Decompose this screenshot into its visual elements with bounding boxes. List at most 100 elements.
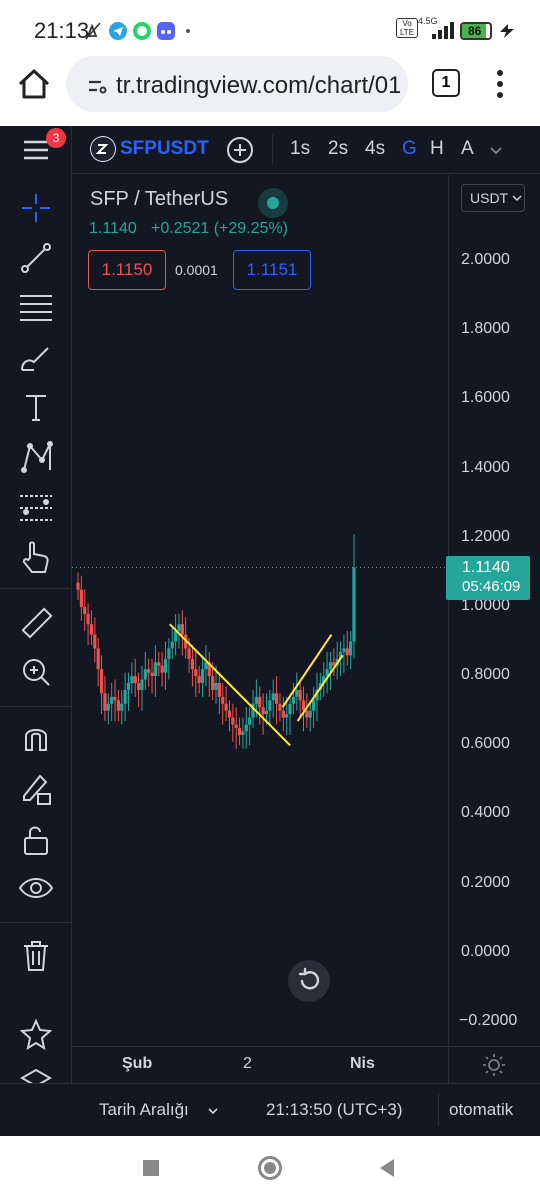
eye-icon[interactable] bbox=[18, 872, 54, 904]
candle-body bbox=[197, 676, 201, 684]
market-status-icon bbox=[258, 188, 288, 218]
pattern-icon[interactable] bbox=[20, 440, 54, 474]
candle-body bbox=[312, 700, 316, 711]
candle-body bbox=[200, 669, 205, 684]
candle-body bbox=[116, 700, 120, 711]
timeframe-a[interactable]: A bbox=[461, 138, 474, 160]
timeframe-1s[interactable]: 1s bbox=[290, 138, 310, 160]
status-time: 21:13 bbox=[34, 18, 90, 43]
candle-body bbox=[133, 676, 137, 684]
candle-body bbox=[241, 731, 245, 735]
sell-button[interactable]: 1.1150 bbox=[88, 250, 166, 290]
candle-body bbox=[217, 683, 221, 697]
compare-add-icon[interactable] bbox=[226, 136, 254, 164]
candle-body bbox=[227, 710, 232, 718]
candle-body bbox=[83, 606, 87, 614]
tab-switcher-button[interactable]: 1 bbox=[432, 69, 460, 97]
market-open-dot bbox=[267, 197, 279, 209]
candle-body bbox=[86, 613, 90, 625]
time-scale[interactable]: Şub 2 Nis bbox=[72, 1046, 540, 1083]
candle-body bbox=[234, 724, 238, 728]
lock-drawing-icon[interactable] bbox=[20, 772, 52, 806]
candle-body bbox=[204, 662, 208, 670]
last-price-label: 1.1140 bbox=[462, 559, 510, 576]
candle-body bbox=[167, 648, 171, 659]
ruler-icon[interactable] bbox=[20, 606, 54, 640]
home-icon[interactable] bbox=[14, 64, 58, 108]
currency-select[interactable]: USDT bbox=[461, 184, 525, 212]
auto-scale-button[interactable]: otomatik bbox=[449, 1100, 513, 1120]
reset-chart-button[interactable] bbox=[288, 960, 330, 1002]
zoom-in-icon[interactable] bbox=[20, 656, 52, 688]
date-range-chevron-icon bbox=[206, 1104, 220, 1118]
trash-icon[interactable] bbox=[22, 940, 50, 972]
candle-body bbox=[349, 641, 353, 656]
price-tick: 1.4000 bbox=[461, 458, 510, 476]
candle-body bbox=[136, 683, 141, 690]
star-icon[interactable] bbox=[20, 1018, 52, 1050]
price-tick: 2.0000 bbox=[461, 251, 510, 268]
currency-chevron-icon bbox=[512, 195, 522, 202]
chart-pane[interactable] bbox=[72, 175, 448, 1045]
candle-body bbox=[96, 648, 100, 670]
trend-line-drawing[interactable] bbox=[296, 654, 344, 722]
candle-body bbox=[244, 724, 248, 732]
topbar-divider bbox=[272, 134, 273, 164]
back-triangle-icon[interactable] bbox=[378, 1158, 396, 1178]
reset-icon bbox=[298, 967, 320, 990]
bar-countdown: 05:46:09 bbox=[462, 578, 521, 595]
candle-body bbox=[147, 669, 151, 673]
crosshair-icon[interactable] bbox=[20, 192, 52, 224]
timeframe-4s[interactable]: 4s bbox=[365, 138, 385, 160]
pair-title: SFP / TetherUS bbox=[90, 188, 229, 210]
volte-badge: Vo LTE bbox=[396, 18, 418, 38]
price-tick: 1.2000 bbox=[461, 527, 510, 545]
clock-timezone[interactable]: 21:13:50 (UTC+3) bbox=[266, 1100, 403, 1120]
price-change: +0.2521 (+29.25%) bbox=[151, 220, 288, 237]
annotation-hand-icon[interactable] bbox=[20, 540, 52, 574]
candle-body bbox=[345, 648, 349, 656]
candlestick-chart[interactable] bbox=[72, 175, 448, 1045]
candle-body bbox=[214, 683, 218, 690]
chevron-down-icon[interactable] bbox=[486, 140, 506, 160]
candle-body bbox=[298, 689, 302, 701]
candle-body bbox=[342, 648, 346, 652]
text-icon[interactable] bbox=[22, 392, 50, 424]
recents-square-icon[interactable] bbox=[143, 1160, 159, 1176]
candle-body bbox=[140, 679, 144, 690]
timeframe-h[interactable]: H bbox=[430, 138, 444, 160]
price-tick: 0.6000 bbox=[461, 735, 510, 753]
candle-body bbox=[163, 658, 168, 673]
unlock-icon[interactable] bbox=[22, 824, 50, 856]
candle-body bbox=[211, 676, 215, 690]
notification-icons bbox=[84, 20, 204, 42]
candle-body bbox=[123, 689, 127, 704]
trend-line-icon[interactable] bbox=[20, 242, 52, 274]
candle-body bbox=[120, 703, 124, 711]
home-circle-icon[interactable] bbox=[258, 1156, 282, 1180]
signal-icon bbox=[422, 20, 456, 40]
forecasting-icon[interactable] bbox=[18, 492, 54, 524]
candle-body bbox=[153, 662, 158, 677]
date-range-button[interactable]: Tarih Aralığı bbox=[99, 1100, 189, 1120]
scale-divider bbox=[448, 1047, 449, 1083]
site-settings-icon[interactable] bbox=[84, 74, 108, 98]
candle-body bbox=[274, 693, 279, 704]
toolbar-divider bbox=[0, 922, 72, 923]
brush-icon[interactable] bbox=[18, 342, 54, 374]
candle-body bbox=[295, 689, 299, 697]
symbol-button[interactable]: SFPUSDT bbox=[120, 138, 209, 160]
settings-sun-icon[interactable] bbox=[482, 1053, 506, 1077]
chart-bottom-bar: Tarih Aralığı 21:13:50 (UTC+3) otomatik bbox=[0, 1083, 540, 1136]
timeframe-g[interactable]: G bbox=[402, 138, 417, 160]
url-text: tr.tradingview.com/chart/011 bbox=[116, 72, 400, 99]
more-menu-icon[interactable] bbox=[494, 68, 506, 100]
home-circle-inner bbox=[264, 1162, 276, 1174]
candle-body bbox=[143, 669, 147, 680]
fib-retracement-icon[interactable] bbox=[18, 292, 54, 324]
candle-body bbox=[89, 624, 94, 635]
buy-button[interactable]: 1.1151 bbox=[233, 250, 311, 290]
timeframe-2s[interactable]: 2s bbox=[328, 138, 348, 160]
magnet-icon[interactable] bbox=[20, 722, 52, 754]
candle-body bbox=[328, 662, 333, 670]
